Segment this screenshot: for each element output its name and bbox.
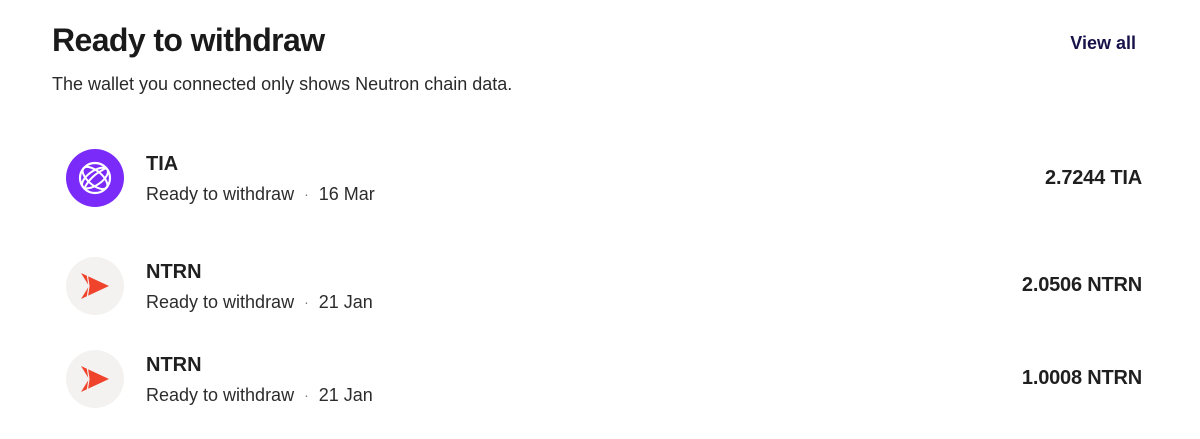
status-line: Ready to withdraw · 16 Mar [146, 183, 375, 205]
token-symbol: NTRN [146, 353, 202, 376]
status-text: Ready to withdraw [146, 291, 295, 312]
withdrawal-row-ntrn[interactable]: NTRN Ready to withdraw · 21 Jan 1.0008 N… [66, 332, 1142, 425]
token-meta: NTRN Ready to withdraw · 21 Jan [146, 352, 373, 406]
withdrawal-row-ntrn[interactable]: NTRN Ready to withdraw · 21 Jan 2.0506 N… [66, 239, 1142, 332]
separator-dot: · [304, 386, 309, 403]
withdraw-amount: 2.0506 NTRN [1021, 274, 1142, 296]
withdrawal-list: TIA Ready to withdraw · 16 Mar 2.7244 TI… [66, 146, 1142, 425]
token-meta: TIA Ready to withdraw · 16 Mar [146, 151, 375, 205]
withdraw-amount: 1.0008 NTRN [1021, 367, 1142, 389]
withdraw-amount: 2.7244 TIA [1045, 166, 1142, 189]
token-symbol: NTRN [146, 260, 202, 283]
separator-dot: · [304, 186, 309, 202]
status-text: Ready to withdraw [146, 384, 295, 405]
status-line: Ready to withdraw · 21 Jan [146, 384, 373, 406]
token-symbol: TIA [146, 153, 179, 175]
celestia-logo-icon [66, 149, 124, 207]
date-text: 21 Jan [318, 291, 373, 312]
date-text: 21 Jan [318, 384, 373, 405]
page-title: Ready to withdraw [52, 21, 325, 58]
wallet-notice: The wallet you connected only shows Neut… [52, 74, 513, 94]
date-text: 16 Mar [318, 184, 375, 204]
panel-header: Ready to withdraw View all [52, 20, 1136, 60]
status-text: Ready to withdraw [146, 184, 295, 204]
token-meta: NTRN Ready to withdraw · 21 Jan [146, 259, 373, 313]
separator-dot: · [304, 293, 309, 310]
status-line: Ready to withdraw · 21 Jan [146, 291, 373, 313]
neutron-logo-icon [66, 256, 124, 315]
view-all-link[interactable]: View all [1070, 33, 1136, 54]
ready-to-withdraw-panel: Ready to withdraw View all The wallet yo… [0, 0, 1200, 439]
neutron-logo-icon [66, 349, 124, 408]
withdrawal-row-tia[interactable]: TIA Ready to withdraw · 16 Mar 2.7244 TI… [66, 146, 1142, 210]
